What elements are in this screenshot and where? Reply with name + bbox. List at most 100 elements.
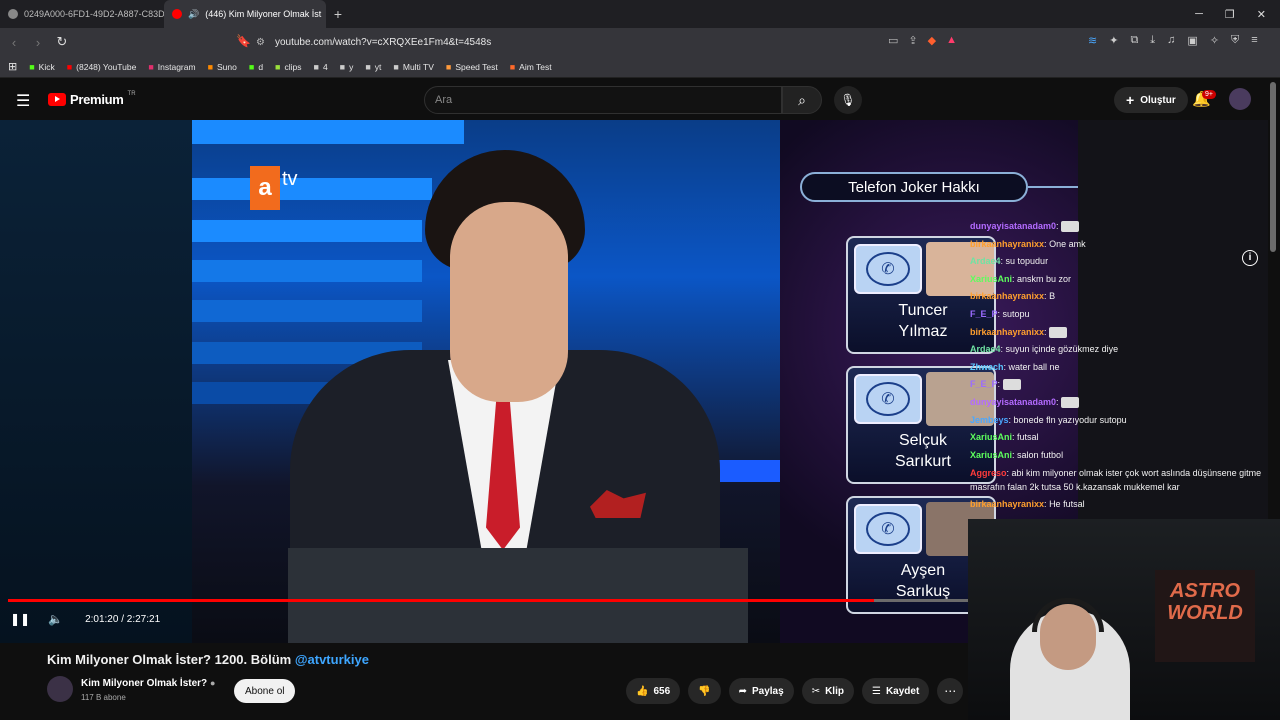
voice-search-button[interactable]: 🎙 [834,86,862,114]
url-text: youtube.com/watch?v=cXRQXEe1Fm4&t=4548s [274,36,492,48]
chat-username: XariusAni [970,449,1013,460]
bookmark-item[interactable]: ■ Suno [208,62,237,72]
channel-mention-link[interactable]: @atvturkiye [295,652,369,667]
chat-message: Zhwach: water ball ne [970,361,1060,372]
restore-icon[interactable]: ❐ [1225,8,1235,21]
share-icon[interactable]: ⇪ [908,34,917,47]
time-display: 2:01:20 / 2:27:21 [85,613,161,625]
chat-username: dunyayisatanadam0 [970,396,1057,407]
video-progress-bar[interactable] [8,599,968,602]
audio-icon[interactable]: ≋ [1088,34,1097,47]
bookmark-item[interactable]: ■ Kick [29,62,55,72]
bookmark-item[interactable]: ■ Aim Test [510,62,552,72]
chat-message: dunyayisatanadam0: [970,394,1280,412]
chat-username: Jembeys [970,414,1009,425]
lock-icon: ■ [393,61,399,72]
channel-name[interactable]: Kim Milyoner Olmak İster? ● [81,678,215,689]
bookmarks-bar: ⊞ ■ Kick ■ (8248) YouTube ■ Instagram ■ Suno ■ d ■… [0,56,1280,78]
wallet-icon[interactable]: ▣ [1187,34,1197,47]
chat-message: birkaanhayranixx: One amk [970,238,1086,249]
chat-message: F_E_P: sutopu [970,308,1030,319]
chat-message: dunyayisatanadam0: [970,218,1280,236]
close-window-icon[interactable]: ✕ [1257,8,1266,21]
target-icon: ■ [509,61,516,72]
bookmark-item[interactable]: ■ d [249,62,263,72]
chat-message: XariusAni: futsal [970,432,1039,443]
share-arrow-icon: ➦ [738,685,747,697]
like-button[interactable]: 👍 656 [626,678,681,704]
browser-tab[interactable]: 0249A000-6FD1-49D2-A887-C83D2 [0,0,164,28]
pause-icon[interactable]: ❚❚ [10,612,30,626]
emote-icon [1049,326,1068,338]
screenshot-icon[interactable]: ⧉ [1130,34,1138,47]
download-icon[interactable]: ⤓ [1150,34,1155,47]
browser-tab-bar: 0249A000-6FD1-49D2-A887-C83D2 🔊 (446) Ki… [0,0,1280,28]
chat-message: Ardae4: su topudur [970,256,1049,267]
chat-text: suyun içinde gözükmez diye [1005,344,1119,355]
back-icon[interactable]: ‹ [4,35,24,50]
reload-icon[interactable]: ↻ [52,34,72,50]
plus-icon: + [1126,92,1135,108]
chat-username: birkaanhayranixx [970,326,1045,337]
subscribe-button[interactable]: Abone ol [234,679,296,703]
microphone-icon: 🎙 [840,93,856,107]
search-button[interactable]: ⌕ [782,86,822,114]
save-button[interactable]: ☰ Kaydet [861,678,930,704]
bookmark-item[interactable]: ■ Speed Test [446,62,498,72]
phone-icon: ✆ [854,504,922,554]
kick-icon: ■ [29,61,35,72]
search-icon: ⌕ [798,91,806,108]
new-tab-button[interactable]: + [326,6,350,22]
bookmark-icon[interactable]: 🔖 [236,34,251,48]
create-button[interactable]: + Oluştur [1114,87,1188,113]
tab-title: (446) Kim Milyoner Olmak İst [205,9,322,19]
bookmark-item[interactable]: ■ Instagram [148,62,195,72]
bookmark-item[interactable]: ■ Multi TV [393,62,433,72]
page-scrollbar[interactable] [1270,82,1276,252]
share-button[interactable]: ➦ Paylaş [728,678,794,704]
hamburger-menu-icon[interactable]: ☰ [16,91,30,111]
ai-icon[interactable]: ✧ [1210,34,1219,47]
extensions-icon[interactable]: ✦ [1109,34,1118,47]
subscriber-count: 117 B abone [81,693,126,702]
chat-message: birkaanhayranixx: B [970,291,1056,302]
chat-message: XariusAni: salon futbol [970,449,1064,460]
browser-tab-active[interactable]: 🔊 (446) Kim Milyoner Olmak İst ✕ [164,0,326,28]
tab-title: 0249A000-6FD1-49D2-A887-C83D2 [24,9,164,19]
cast-icon[interactable]: ▭ [888,34,898,47]
cloud-icon: ■ [445,61,452,72]
live-chat-overlay: dunyayisatanadam0: birkaanhayranixx: One… [970,218,1280,514]
brave-shield-icon[interactable]: ◆ [928,34,936,47]
youtube-premium-logo[interactable]: Premium TR [48,91,136,107]
url-field[interactable]: ⚙ youtube.com/watch?v=cXRQXEe1Fm4&t=4548… [256,32,976,52]
emote-icon [1061,221,1080,233]
channel-avatar[interactable] [47,676,73,702]
dislike-button[interactable]: 👎 [688,678,721,704]
bookmark-item[interactable]: ■ yt [365,62,381,72]
notification-badge: 9+ [1202,90,1216,99]
minimize-icon[interactable]: ─ [1195,8,1203,21]
clip-button[interactable]: ✂ Klip [801,678,854,704]
volume-icon[interactable]: 🔈 [48,612,63,626]
apps-grid-icon[interactable]: ⊞ [8,60,17,73]
site-settings-icon[interactable]: ⚙ [256,37,265,48]
suno-icon: ■ [207,61,214,72]
chat-username: birkaanhayranixx [970,291,1045,302]
bookmark-item[interactable]: ■ y [340,62,354,72]
search-input[interactable]: Ara [424,86,782,114]
account-avatar[interactable] [1229,88,1251,110]
vpn-icon[interactable]: ⛨ [1231,34,1239,47]
bookmark-item[interactable]: ■ clips [275,62,301,72]
more-actions-button[interactable]: ⋯ [937,678,964,704]
bookmark-item[interactable]: ■ (8248) YouTube [67,62,137,72]
kick-icon: ■ [248,61,255,72]
chat-text: abi kim milyoner olmak ister çok wort as… [970,468,1262,493]
podium [288,548,748,643]
astroworld-poster: ASTRO WORLD [1155,570,1255,662]
chat-text: bonede fln yazıyodur sutopu [1013,414,1127,425]
menu-icon[interactable]: ≡ [1251,34,1257,47]
bookmark-item[interactable]: ■ 4 [314,62,328,72]
music-icon[interactable]: ♫ [1167,34,1175,47]
forward-icon[interactable]: › [28,35,48,50]
rewards-icon[interactable]: ▲ [946,34,957,47]
